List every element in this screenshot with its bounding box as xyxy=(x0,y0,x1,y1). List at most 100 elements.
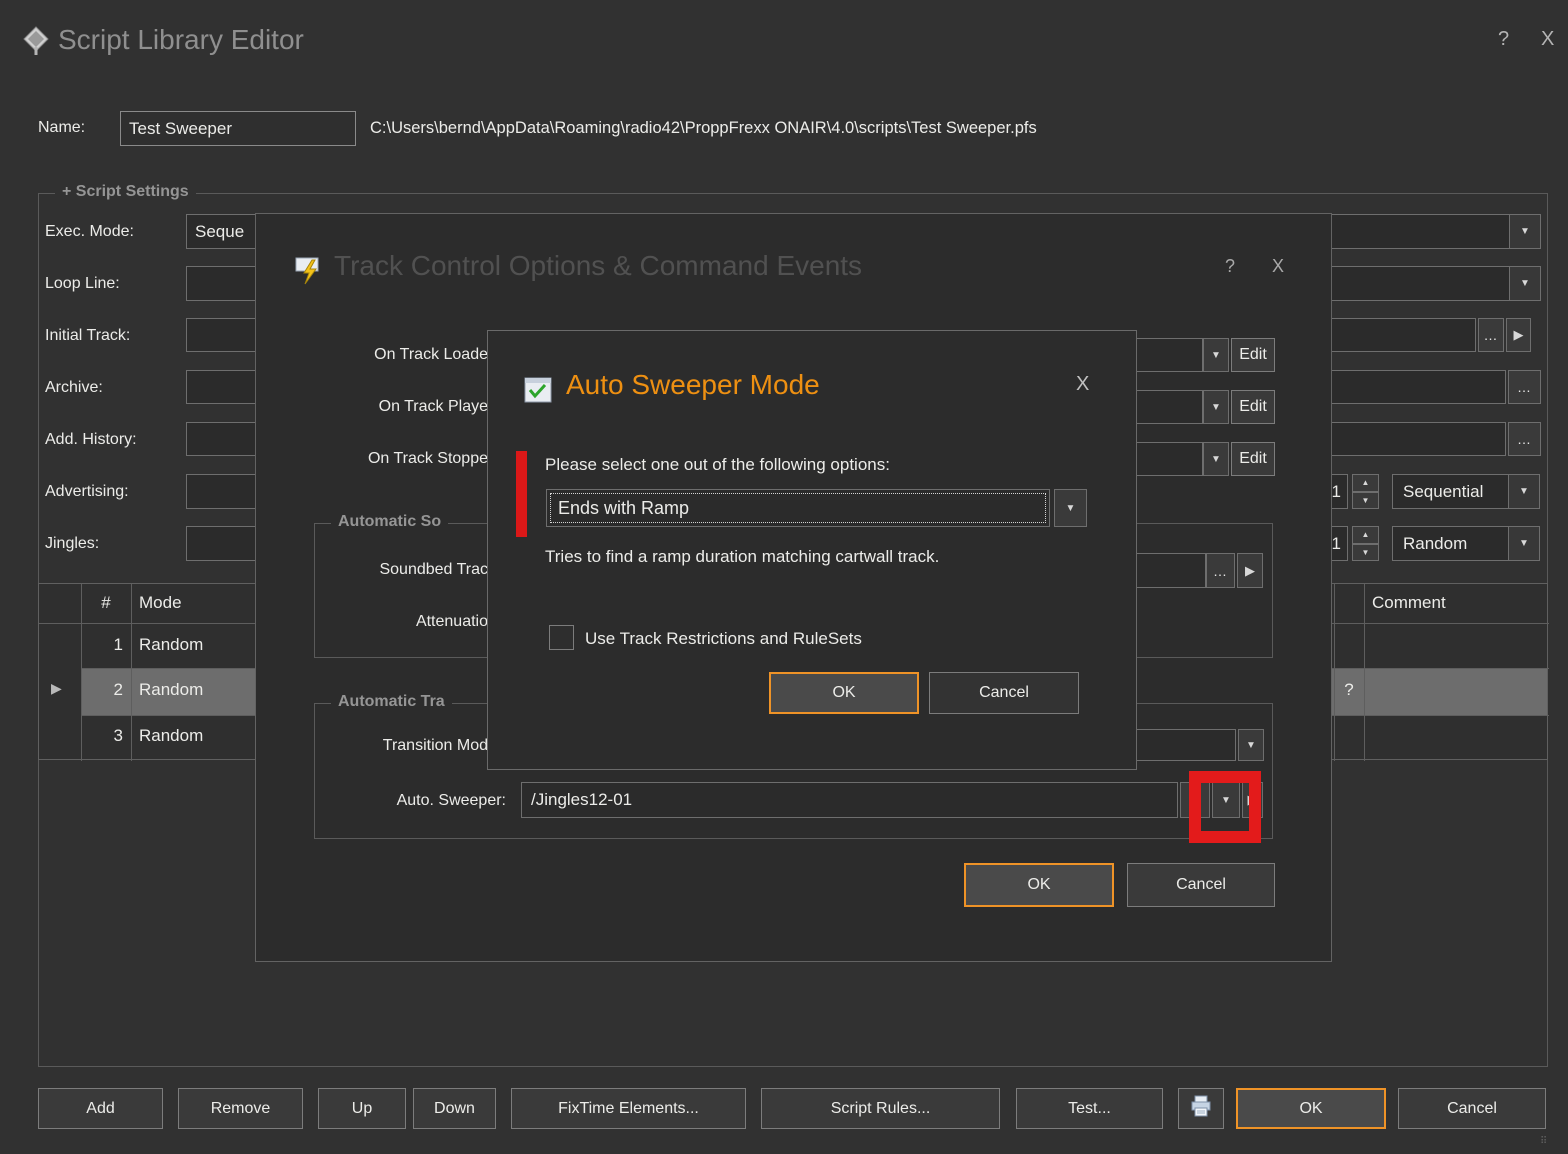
track-restrictions-checkbox[interactable] xyxy=(549,625,574,650)
print-button[interactable] xyxy=(1178,1088,1224,1129)
row-num: 2 xyxy=(81,680,123,700)
up-button[interactable]: Up xyxy=(318,1088,406,1129)
column-header-mode[interactable]: Mode xyxy=(139,593,182,613)
advertising-mode-value: Sequential xyxy=(1403,482,1483,502)
advertising-count-value: 1 xyxy=(1332,482,1341,502)
script-file-path: C:\Users\bernd\AppData\Roaming\radio42\P… xyxy=(370,119,1037,138)
row-mode: Random xyxy=(139,635,203,655)
close-icon[interactable]: X xyxy=(1076,373,1089,396)
help-icon[interactable]: ? xyxy=(1225,256,1235,277)
on-track-played-label: On Track Playe xyxy=(256,398,488,416)
jingles-mode-combo[interactable]: Random ▼ xyxy=(1392,526,1540,561)
jingles-count-value: 1 xyxy=(1332,534,1341,554)
exec-mode-value: Seque xyxy=(195,222,244,242)
row-flag: ? xyxy=(1334,680,1364,700)
name-label: Name: xyxy=(38,119,85,137)
row-mode: Random xyxy=(139,680,203,700)
spinner-down-icon[interactable]: ▼ xyxy=(1352,492,1379,510)
exec-mode-label: Exec. Mode: xyxy=(45,223,134,241)
sweeper-option-combo[interactable]: Ends with Ramp xyxy=(546,489,1050,527)
spinner-up-icon[interactable]: ▲ xyxy=(1352,474,1379,492)
jingles-mode-value: Random xyxy=(1403,534,1467,554)
add-button[interactable]: Add xyxy=(38,1088,163,1129)
auto-sweeper-dialog: Auto Sweeper Mode X Please select one ou… xyxy=(487,330,1137,770)
bolt-icon xyxy=(294,256,326,291)
script-library-editor-window: Script Library Editor ? X Name: C:\Users… xyxy=(0,0,1568,1154)
on-track-loaded-label: On Track Loade xyxy=(256,346,488,364)
automatic-soundbed-group-label: Automatic So xyxy=(331,513,448,531)
on-track-stopped-edit-button[interactable]: Edit xyxy=(1231,442,1275,476)
name-input[interactable] xyxy=(120,111,356,146)
script-rules-button[interactable]: Script Rules... xyxy=(761,1088,1000,1129)
archive-label: Archive: xyxy=(45,379,103,397)
dropdown-icon[interactable]: ▼ xyxy=(1203,338,1229,372)
auto-sweeper-value: /Jingles12-01 xyxy=(531,790,632,810)
row-mode: Random xyxy=(139,726,203,746)
printer-icon xyxy=(1189,1094,1213,1123)
sweeper-ok-button[interactable]: OK xyxy=(769,672,919,714)
jingles-label: Jingles: xyxy=(45,535,99,553)
on-track-stopped-label: On Track Stoppe xyxy=(256,450,488,468)
soundbed-browse-button[interactable]: … xyxy=(1206,553,1235,588)
ok-button[interactable]: OK xyxy=(1236,1088,1386,1129)
auto-sweeper-field[interactable]: /Jingles12-01 xyxy=(521,782,1178,818)
attenuation-label: Attenuatio xyxy=(256,613,488,631)
dropdown-icon[interactable]: ▼ xyxy=(1203,442,1229,476)
spinner-down-icon[interactable]: ▼ xyxy=(1352,544,1379,562)
close-icon[interactable]: X xyxy=(1272,256,1284,277)
archive-browse-button[interactable]: … xyxy=(1508,370,1541,404)
column-header-comment[interactable]: Comment xyxy=(1372,593,1446,613)
soundbed-track-label: Soundbed Trac xyxy=(256,561,488,579)
initial-track-browse-button[interactable]: … xyxy=(1478,318,1504,352)
dropdown-icon[interactable]: ▼ xyxy=(1508,527,1539,560)
app-icon xyxy=(22,26,50,61)
row-num: 1 xyxy=(81,635,123,655)
dropdown-icon[interactable]: ▼ xyxy=(1509,215,1540,248)
red-highlight-rectangle xyxy=(1189,771,1261,843)
sweeper-dialog-title: Auto Sweeper Mode xyxy=(566,369,820,401)
sweeper-description: Tries to find a ramp duration matching c… xyxy=(545,547,939,567)
initial-track-forward-button[interactable]: ▶ xyxy=(1506,318,1531,352)
fixtime-elements-button[interactable]: FixTime Elements... xyxy=(511,1088,746,1129)
add-history-browse-button[interactable]: … xyxy=(1508,422,1541,456)
resize-grip[interactable]: ⠿ xyxy=(1540,1136,1556,1150)
row-num: 3 xyxy=(81,726,123,746)
remove-button[interactable]: Remove xyxy=(178,1088,303,1129)
soundbed-forward-button[interactable]: ▶ xyxy=(1237,553,1263,588)
dropdown-icon[interactable]: ▼ xyxy=(1203,390,1229,424)
down-button[interactable]: Down xyxy=(413,1088,496,1129)
jingles-count-stepper[interactable]: ▲ ▼ xyxy=(1352,526,1379,561)
close-icon[interactable]: X xyxy=(1541,28,1554,51)
sweeper-prompt: Please select one out of the following o… xyxy=(545,455,890,475)
dropdown-icon[interactable]: ▼ xyxy=(1509,267,1540,300)
automatic-transition-group-label: Automatic Tra xyxy=(331,693,452,711)
initial-track-label: Initial Track: xyxy=(45,327,130,345)
dropdown-icon[interactable]: ▼ xyxy=(1238,729,1264,761)
loop-line-label: Loop Line: xyxy=(45,275,120,293)
dropdown-icon[interactable]: ▼ xyxy=(1508,475,1539,508)
script-settings-group-label: + Script Settings xyxy=(55,183,196,201)
advertising-count-stepper[interactable]: ▲ ▼ xyxy=(1352,474,1379,509)
track-dialog-cancel-button[interactable]: Cancel xyxy=(1127,863,1275,907)
help-icon[interactable]: ? xyxy=(1498,28,1509,51)
advertising-label: Advertising: xyxy=(45,483,129,501)
test-button[interactable]: Test... xyxy=(1016,1088,1163,1129)
on-track-played-edit-button[interactable]: Edit xyxy=(1231,390,1275,424)
red-marker-bar xyxy=(516,451,527,537)
row-marker-icon: ▶ xyxy=(51,680,62,697)
auto-sweeper-label: Auto. Sweeper: xyxy=(256,792,506,810)
track-dialog-title: Track Control Options & Command Events xyxy=(334,250,862,282)
sweeper-cancel-button[interactable]: Cancel xyxy=(929,672,1079,714)
sweeper-option-value: Ends with Ramp xyxy=(558,498,689,519)
track-restrictions-checkbox-label: Use Track Restrictions and RuleSets xyxy=(585,629,862,649)
advertising-mode-combo[interactable]: Sequential ▼ xyxy=(1392,474,1540,509)
window-title: Script Library Editor xyxy=(58,24,304,56)
track-dialog-ok-button[interactable]: OK xyxy=(964,863,1114,907)
spinner-up-icon[interactable]: ▲ xyxy=(1352,526,1379,544)
sweeper-dialog-icon xyxy=(524,377,554,410)
sweeper-option-dropdown-button[interactable]: ▼ xyxy=(1054,489,1087,527)
add-history-label: Add. History: xyxy=(45,431,137,449)
cancel-button[interactable]: Cancel xyxy=(1398,1088,1546,1129)
on-track-loaded-edit-button[interactable]: Edit xyxy=(1231,338,1275,372)
column-header-num[interactable]: # xyxy=(81,593,131,613)
